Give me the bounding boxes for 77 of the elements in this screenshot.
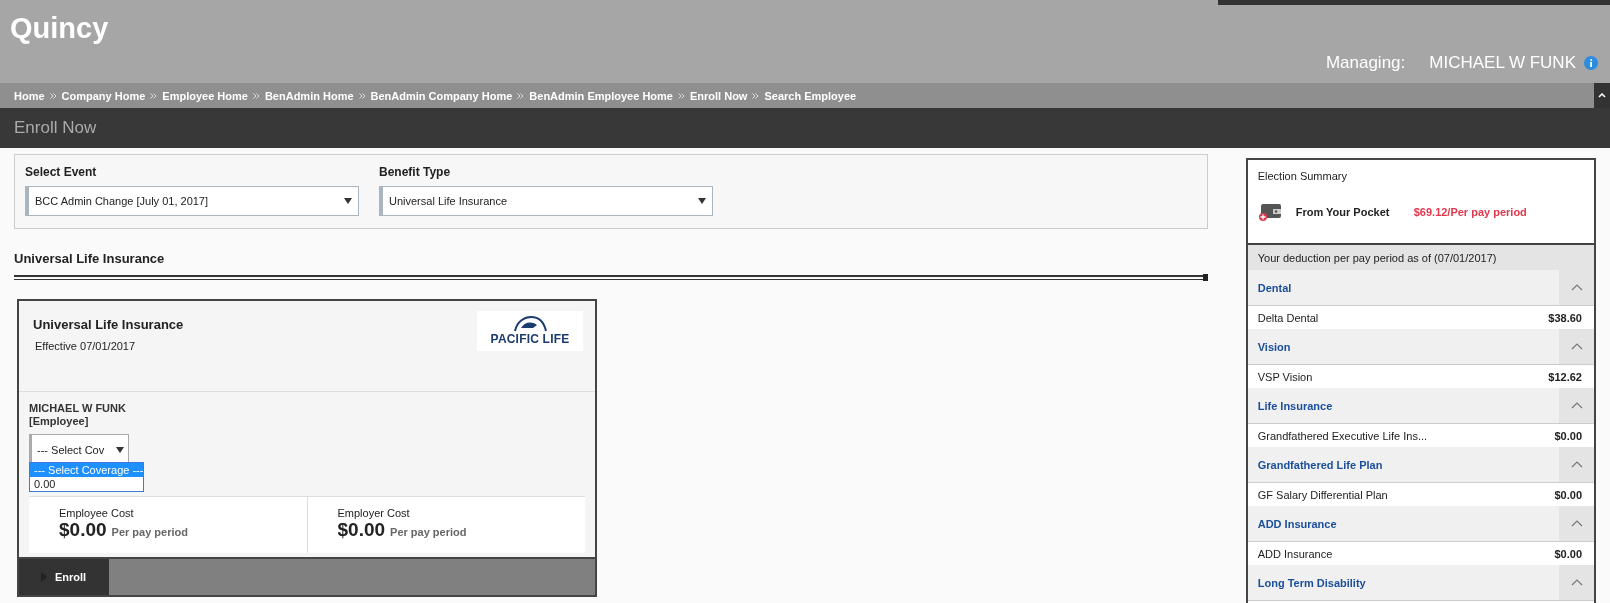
plan-amount: $0.00: [1554, 429, 1582, 442]
pocket-label: From Your Pocket: [1295, 206, 1391, 218]
breadcrumb-separator-icon: [677, 92, 685, 99]
breadcrumb-separator-icon: [150, 92, 158, 99]
chevron-icon: [1570, 402, 1583, 409]
breadcrumb-separator-icon: [752, 92, 760, 99]
breadcrumb-separator-icon: [517, 92, 525, 99]
dropdown-caret-icon: [116, 447, 124, 453]
summary-title: Election Summary: [1257, 170, 1348, 182]
cost-period: Per pay period: [390, 526, 467, 538]
breadcrumb-link[interactable]: Search Employee: [764, 89, 857, 102]
plan-amount: $0.00: [1554, 547, 1582, 560]
brand-title: Quincy: [10, 11, 109, 46]
section-name: ADD Insurance: [1256, 516, 1338, 532]
dropdown-caret-icon: [698, 198, 706, 204]
breadcrumb-link[interactable]: Enroll Now: [689, 89, 748, 102]
plan-amount: $12.62: [1548, 370, 1582, 383]
section-title: Universal Life Insurance: [14, 251, 166, 266]
info-icon[interactable]: [1584, 56, 1598, 70]
section-name: Life Insurance: [1256, 398, 1334, 414]
toggle-button[interactable]: [1559, 447, 1594, 482]
member-role: [Employee]: [29, 415, 90, 428]
chevron-icon: [1570, 284, 1583, 291]
wallet-icon: [1257, 202, 1282, 222]
page-title: Enroll Now: [14, 118, 97, 138]
caret-up-icon: [1598, 93, 1606, 98]
breadcrumb-link[interactable]: BenAdmin Home: [264, 89, 354, 102]
breadcrumb-link[interactable]: BenAdmin Company Home: [370, 89, 513, 102]
breadcrumb-link[interactable]: Employee Home: [162, 89, 248, 102]
plan-name: ADD Insurance: [1257, 547, 1333, 560]
plan-name: Grandfathered Executive Life Ins...: [1257, 429, 1428, 442]
pocket-amount: $69.12/Per pay period: [1413, 206, 1527, 218]
effective-date: Effective 07/01/2017: [35, 340, 137, 352]
plan-name: VSP Vision: [1257, 370, 1313, 383]
section-name: Vision: [1256, 339, 1292, 355]
chevron-icon: [1570, 461, 1583, 468]
cost-amount: $0.00: [59, 519, 107, 541]
breadcrumb-separator-icon: [358, 92, 366, 99]
section-name: Grandfathered Life Plan: [1256, 457, 1384, 473]
section-name: Dental: [1256, 280, 1293, 296]
toggle-button[interactable]: [1559, 565, 1594, 600]
collapse-button[interactable]: [1594, 83, 1610, 108]
toggle-button[interactable]: [1559, 329, 1594, 364]
plan-name: GF Salary Differential Plan: [1257, 488, 1388, 501]
cost-period: Per pay period: [111, 526, 188, 538]
insurer-logo: PACIFIC LIFE: [477, 311, 583, 351]
field-label: Benefit Type: [379, 165, 452, 179]
dropdown-caret-icon: [344, 198, 352, 204]
select-dropdown[interactable]: Universal Life Insurance: [379, 186, 713, 216]
select-dropdown[interactable]: BCC Admin Change [July 01, 2017]: [25, 186, 359, 216]
breadcrumb-link[interactable]: BenAdmin Employee Home: [529, 89, 673, 102]
field-label: Select Event: [25, 165, 98, 179]
breadcrumb-link[interactable]: Home: [14, 89, 45, 102]
chevron-icon: [1570, 343, 1583, 350]
cost-label: Employee Cost: [59, 507, 135, 519]
deduction-note: Your deduction per pay period as of (07/01/2017): [1247, 245, 1594, 270]
plan-amount: $38.60: [1548, 311, 1582, 324]
member-name: MICHAEL W FUNK: [29, 402, 127, 415]
breadcrumb-separator-icon: [252, 92, 260, 99]
managing-label: Managing:: [1325, 53, 1406, 73]
cost-label: Employer Cost: [337, 507, 411, 519]
chevron-icon: [1570, 520, 1583, 527]
enroll-button[interactable]: Enroll: [19, 559, 109, 595]
section-name: Long Term Disability: [1256, 575, 1367, 591]
toggle-button[interactable]: [1559, 270, 1594, 305]
cost-amount: $0.00: [337, 519, 386, 541]
toggle-button[interactable]: [1559, 388, 1594, 423]
plan-name: Delta Dental: [1257, 311, 1319, 324]
rule-handle-icon: [1202, 274, 1208, 281]
breadcrumb-separator-icon: [49, 92, 57, 99]
coverage-option[interactable]: --- Select Coverage ---: [30, 463, 143, 477]
breadcrumb-link[interactable]: Company Home: [61, 89, 146, 102]
plan-title: Universal Life Insurance: [33, 317, 184, 332]
toggle-button[interactable]: [1559, 506, 1594, 541]
managed-employee-name: MICHAEL W FUNK: [1429, 53, 1576, 73]
plan-amount: $0.00: [1554, 488, 1582, 501]
chevron-icon: [1570, 579, 1583, 586]
